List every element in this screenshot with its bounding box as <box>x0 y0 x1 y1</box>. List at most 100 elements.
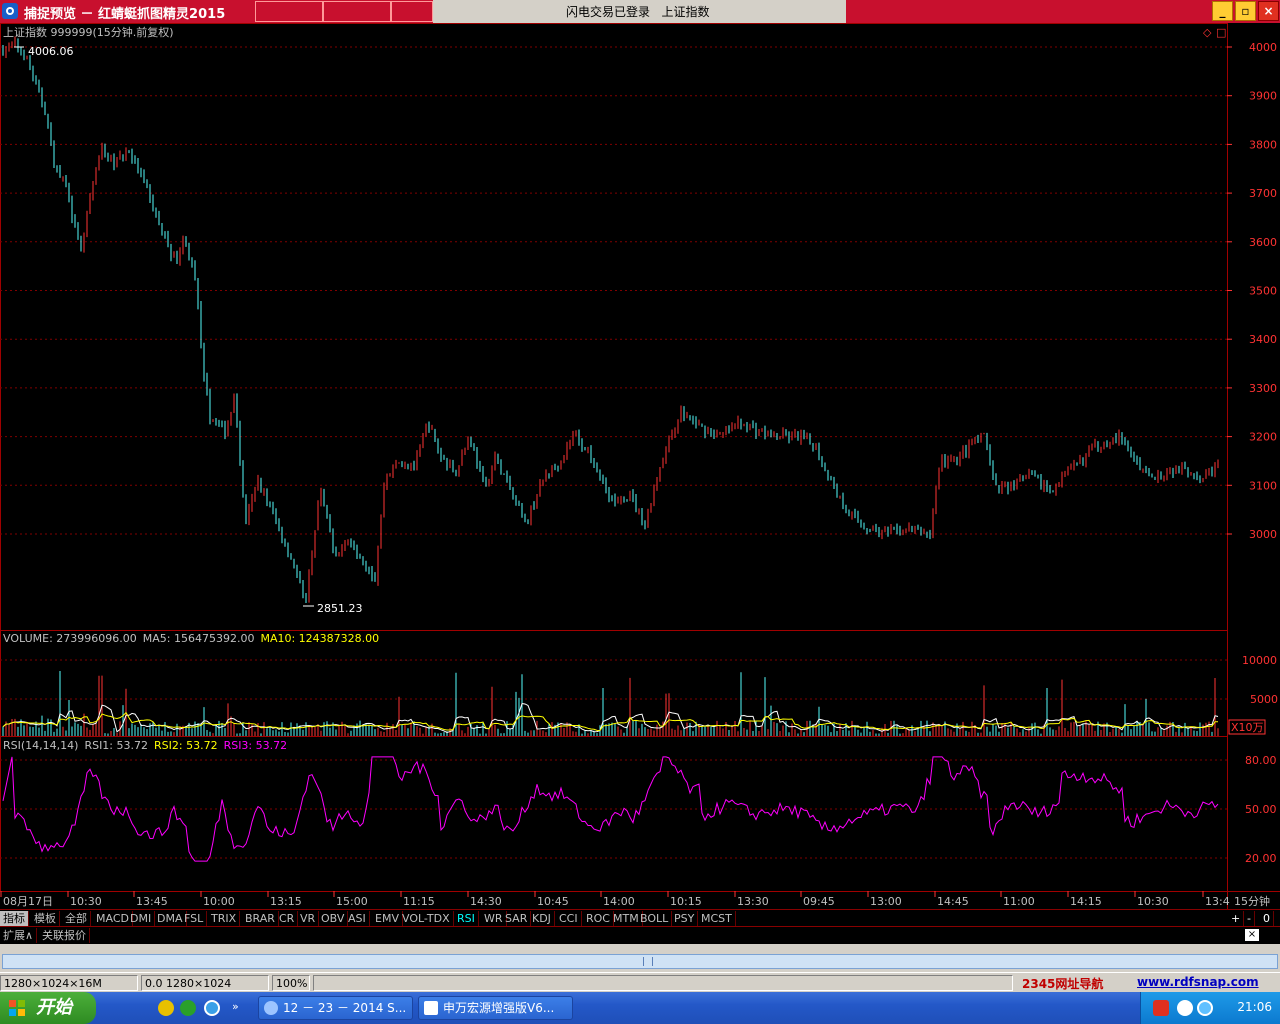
related-quotes-tab[interactable]: 关联报价 <box>39 928 90 943</box>
indicator-tab-cr[interactable]: CR <box>276 911 299 926</box>
period-label[interactable]: 15分钟 <box>1234 894 1270 908</box>
price-tick-label: 3800 <box>1249 138 1277 151</box>
time-label: 14:00 <box>603 895 635 908</box>
indicator-zero-button[interactable]: 0 <box>1260 911 1274 926</box>
capture-app-icon[interactable] <box>2 3 18 19</box>
time-label: 10:30 <box>1137 895 1169 908</box>
status-bar: 1280×1024×16M 0.0 1280×1024 100% 2345网址导… <box>0 972 1280 993</box>
start-button[interactable]: 开始 <box>0 992 96 1024</box>
indicator-tab-rsi[interactable]: RSI <box>454 911 479 926</box>
coord-field: 0.0 1280×1024 <box>141 975 269 991</box>
taskbar-window-label: 申万宏源增强版V6... <box>443 1001 555 1015</box>
indicator-tab-模板[interactable]: 模板 <box>31 911 60 926</box>
image-size-field: 1280×1024×16M <box>0 975 138 991</box>
restore-button[interactable]: ▫ <box>1235 1 1256 21</box>
price-tick-label: 3400 <box>1249 333 1277 346</box>
price-tick-label: 3000 <box>1249 528 1277 541</box>
volume-tick-5000: 5000 <box>1250 693 1278 706</box>
indicator-minus-button[interactable]: - <box>1244 911 1255 926</box>
network-icon[interactable] <box>1177 1000 1193 1016</box>
indicator-tab-boll[interactable]: BOLL <box>637 911 673 926</box>
indicator-tab-cci[interactable]: CCI <box>556 911 582 926</box>
time-label: 14:30 <box>470 895 502 908</box>
taskbar-window-1[interactable]: 12 － 23 － 2014 S... <box>258 996 413 1020</box>
price-tick-label: 3500 <box>1249 285 1277 298</box>
expand-tab[interactable]: 扩展∧ <box>0 928 38 943</box>
high-price-label: 4006.06 <box>28 45 74 58</box>
system-tray: 21:06 <box>1140 992 1280 1024</box>
time-label: 14:45 <box>937 895 969 908</box>
indicator-tab-mcst[interactable]: MCST <box>698 911 736 926</box>
indicator-tab-asi[interactable]: ASI <box>345 911 370 926</box>
title-tab-cell <box>391 1 433 22</box>
indicator-tab-trix[interactable]: TRIX <box>208 911 241 926</box>
volume-tick-10000: 10000 <box>1242 654 1277 667</box>
indicator-tab-brar[interactable]: BRAR <box>242 911 279 926</box>
quicklaunch-icon[interactable] <box>180 1000 196 1016</box>
diamond-icon[interactable]: ◇ <box>1203 26 1212 39</box>
indicator-tab-全部[interactable]: 全部 <box>62 911 91 926</box>
input-method-icon[interactable] <box>1153 1000 1169 1016</box>
taskbar-window-2[interactable]: 申万宏源增强版V6... <box>418 996 573 1020</box>
start-label: 开始 <box>36 997 72 1018</box>
time-label: 13:30 <box>737 895 769 908</box>
indicator-plus-button[interactable]: + <box>1228 911 1245 926</box>
chart-background <box>0 23 1280 909</box>
time-label: 13:00 <box>870 895 902 908</box>
status-spacer <box>313 975 1013 991</box>
taskbar: 开始 » 12 － 23 － 2014 S... 申万宏源增强版V6... 21… <box>0 992 1280 1024</box>
indicator-tab-vr[interactable]: VR <box>297 911 320 926</box>
time-label: 10:15 <box>670 895 702 908</box>
low-price-label: 2851.23 <box>317 602 363 615</box>
time-label: 11:15 <box>403 895 435 908</box>
rsi-tick-50: 50.00 <box>1245 803 1277 816</box>
preview-scroll-area <box>0 944 1280 972</box>
minimize-button[interactable]: _ <box>1212 1 1233 21</box>
price-tick-label: 3300 <box>1249 382 1277 395</box>
volume-unit: X10万 <box>1231 721 1264 734</box>
rsi1-label: RSI1: 53.72 <box>84 739 148 752</box>
time-label: 13:4 <box>1205 895 1230 908</box>
time-label: 13:15 <box>270 895 302 908</box>
indicator-tab-sar[interactable]: SAR <box>502 911 532 926</box>
rsi-tick-20: 20.00 <box>1245 852 1277 865</box>
indicator-tab-kdj[interactable]: KDJ <box>529 911 555 926</box>
title-tab-cell <box>323 1 391 22</box>
rsi-tick-80: 80.00 <box>1245 754 1277 767</box>
chart-area[interactable]: 上证指数 999999(15分钟.前复权) ◇ □ 4006.06 2851.2… <box>0 23 1280 909</box>
indicator-tab-bar: 指标 模板 全部 MACD DMI DMA FSL TRIX BRAR CR VR OBV ASI EMV… <box>0 909 1280 927</box>
time-label: 09:45 <box>803 895 835 908</box>
shield-icon[interactable] <box>1197 1000 1213 1016</box>
indicator-tab-指标[interactable]: 指标 <box>0 911 29 926</box>
price-tick-label: 3700 <box>1249 187 1277 200</box>
volume-ma10-label: MA10: 124387328.00 <box>260 632 379 645</box>
panel-close-button[interactable]: × <box>1245 929 1259 941</box>
quicklaunch-icon[interactable] <box>158 1000 174 1016</box>
time-label: 10:00 <box>203 895 235 908</box>
stock-chart[interactable]: 上证指数 999999(15分钟.前复权) ◇ □ 4006.06 2851.2… <box>0 23 1280 909</box>
horizontal-scrollbar[interactable] <box>2 954 1278 969</box>
indicator-tab-obv[interactable]: OBV <box>318 911 349 926</box>
time-label: 15:00 <box>336 895 368 908</box>
windows-flag-icon <box>9 1000 25 1016</box>
clock[interactable]: 21:06 <box>1237 1000 1272 1014</box>
price-tick-label: 3900 <box>1249 90 1277 103</box>
indicator-tab-psy[interactable]: PSY <box>671 911 699 926</box>
indicator-tab-vol-tdx[interactable]: VOL-TDX <box>399 911 454 926</box>
time-label: 08月17日 <box>3 895 53 908</box>
price-tick-label: 3200 <box>1249 431 1277 444</box>
rsi3-label: RSI3: 53.72 <box>224 739 288 752</box>
browser-icon[interactable] <box>204 1000 220 1016</box>
rsi-params: RSI(14,14,14) <box>3 739 78 752</box>
index-title: 上证指数 <box>661 5 710 19</box>
overflow-chevron-icon[interactable]: » <box>232 1000 239 1013</box>
square-icon[interactable]: □ <box>1216 26 1226 39</box>
indicator-tab-dmi[interactable]: DMI <box>127 911 156 926</box>
zoom-field: 100% <box>272 975 310 991</box>
nav-link[interactable]: 2345网址导航 <box>1022 975 1103 992</box>
indicator-tab-fsl[interactable]: FSL <box>181 911 208 926</box>
capture-title-bar: 捕捉预览 － 红蜻蜓抓图精灵2015 闪电交易已登录 上证指数 _ ▫ × <box>0 0 1280 23</box>
site-link[interactable]: www.rdfsnap.com <box>1137 975 1259 989</box>
close-button[interactable]: × <box>1258 1 1279 21</box>
price-tick-label: 3600 <box>1249 236 1277 249</box>
